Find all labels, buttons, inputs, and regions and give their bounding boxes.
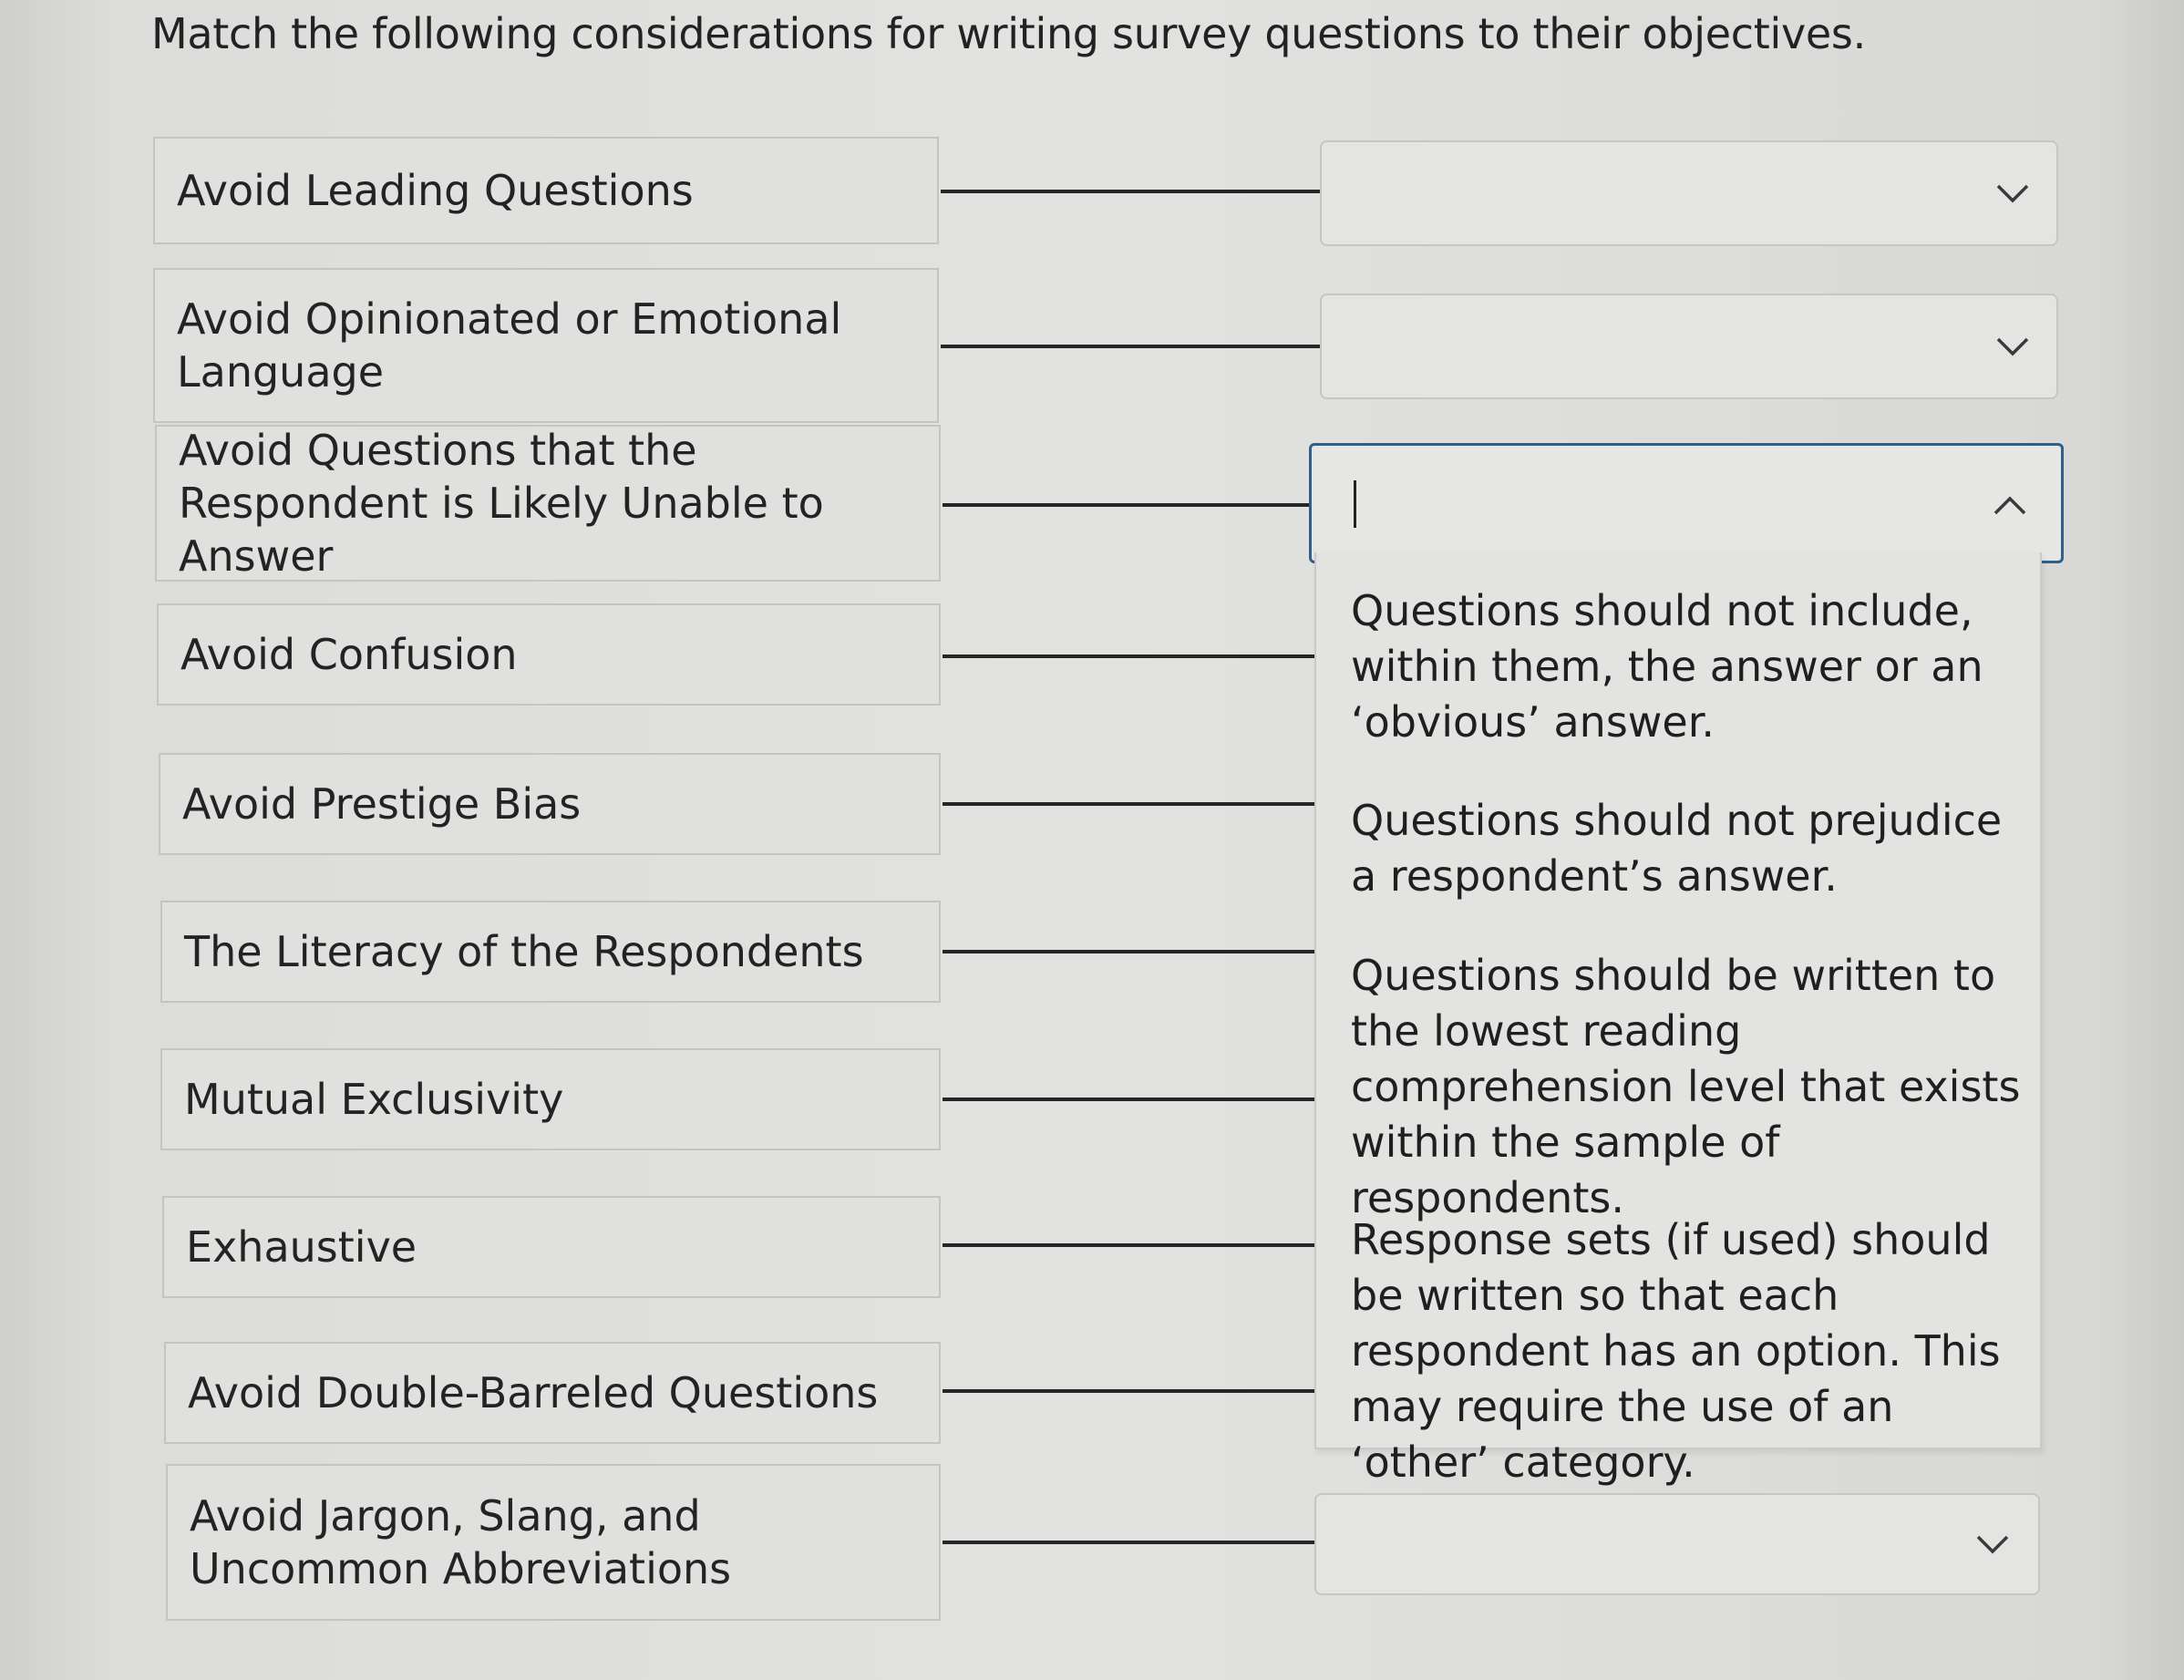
term-label: Avoid Jargon, Slang, and Uncommon Abbrev…	[190, 1491, 732, 1593]
term-literacy-of-respondents: The Literacy of the Respondents	[160, 901, 941, 1003]
dropdown-list: Questions should not include, within the…	[1314, 552, 2042, 1487]
term-label: The Literacy of the Respondents	[184, 927, 864, 976]
term-avoid-jargon: Avoid Jargon, Slang, and Uncommon Abbrev…	[166, 1464, 941, 1621]
answer-select-4[interactable]	[1314, 1493, 2040, 1595]
connector-line	[941, 345, 1320, 348]
connector-line	[943, 654, 1314, 658]
term-label: Exhaustive	[186, 1222, 417, 1272]
term-avoid-prestige-bias: Avoid Prestige Bias	[159, 753, 941, 855]
term-avoid-double-barreled: Avoid Double-Barreled Questions	[164, 1342, 941, 1444]
term-label: Avoid Leading Questions	[177, 166, 694, 215]
dropdown-option[interactable]: Questions should not include, within the…	[1351, 583, 2025, 750]
answer-select-3[interactable]	[1309, 443, 2064, 563]
dropdown-option[interactable]: Questions should not prejudice a respond…	[1351, 793, 2025, 904]
chevron-down-icon	[1996, 337, 2029, 356]
term-exhaustive: Exhaustive	[162, 1196, 941, 1298]
answer-select-1[interactable]	[1320, 140, 2058, 246]
text-cursor	[1354, 480, 1356, 528]
connector-line	[943, 1098, 1314, 1101]
term-mutual-exclusivity: Mutual Exclusivity	[160, 1048, 941, 1150]
chevron-down-icon	[1996, 184, 2029, 203]
connector-line	[943, 1541, 1314, 1544]
term-avoid-leading-questions: Avoid Leading Questions	[153, 137, 939, 244]
term-avoid-opinionated-language: Avoid Opinionated or Emotional Language	[153, 268, 939, 423]
screen: Match the following considerations for w…	[0, 0, 2184, 1680]
term-label: Avoid Double-Barreled Questions	[188, 1368, 879, 1417]
dropdown-option[interactable]: Response sets (if used) should be writte…	[1351, 1212, 2025, 1490]
term-label: Mutual Exclusivity	[184, 1075, 564, 1124]
connector-line	[943, 503, 1314, 507]
chevron-down-icon	[1976, 1535, 2009, 1554]
connector-line	[943, 950, 1314, 953]
connector-line	[941, 190, 1320, 193]
connector-line	[943, 1389, 1314, 1393]
term-avoid-confusion: Avoid Confusion	[157, 603, 941, 706]
term-label: Avoid Questions that the Respondent is L…	[179, 426, 824, 581]
page-title: Match the following considerations for w…	[151, 9, 1866, 58]
term-label: Avoid Opinionated or Emotional Language	[177, 294, 842, 397]
answer-select-2[interactable]	[1320, 294, 2058, 399]
dropdown-option[interactable]: Questions should be written to the lowes…	[1351, 948, 2025, 1226]
term-label: Avoid Prestige Bias	[182, 779, 582, 829]
term-label: Avoid Confusion	[180, 630, 518, 679]
connector-line	[943, 802, 1314, 806]
connector-line	[943, 1243, 1314, 1247]
chevron-up-icon	[1993, 496, 2026, 515]
term-avoid-unanswerable-questions: Avoid Questions that the Respondent is L…	[155, 425, 941, 582]
